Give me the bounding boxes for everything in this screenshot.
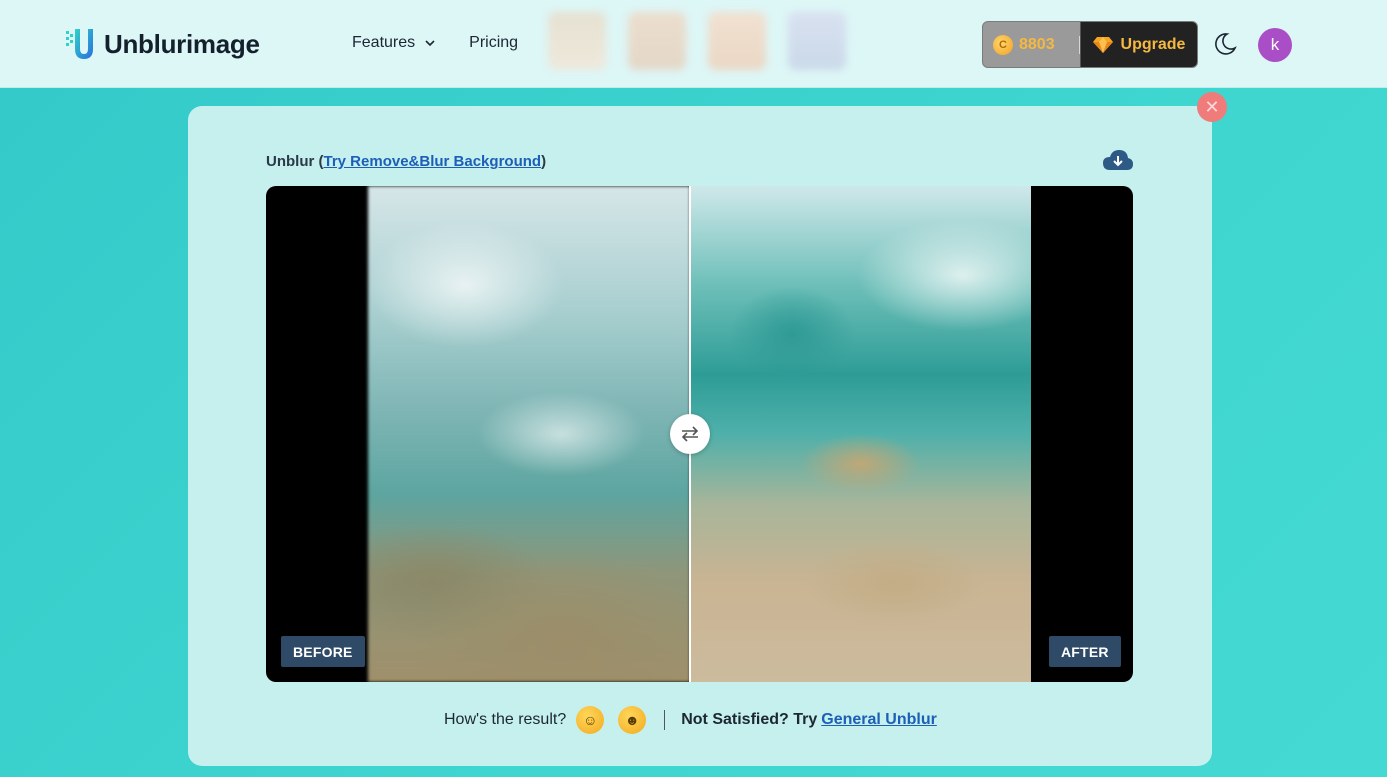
card-title: Unblur (Try Remove&Blur Background) [266,153,546,170]
credits-count: 8803 [1019,35,1055,53]
card-title-suffix: ) [541,153,547,170]
feedback-bar: How's the result? ☺ ☻ Not Satisfied? Try… [444,705,937,735]
chevron-down-icon [425,40,435,47]
before-after-viewer[interactable]: BEFORE AFTER [266,186,1133,682]
swap-handle[interactable] [670,414,710,454]
nav-pricing-label: Pricing [469,34,519,51]
after-image [690,186,1031,682]
blurred-thumbnails [548,12,868,70]
general-unblur-link[interactable]: General Unblur [821,711,937,729]
logo-icon [66,29,93,59]
not-satisfied-text: Not Satisfied? Try [681,711,818,728]
nav-features-label: Features [352,34,416,51]
grinning-face-icon[interactable]: ☺ [576,706,605,734]
logo-text: Unblurimage [104,28,260,59]
relieved-face-icon[interactable]: ☻ [618,706,647,734]
before-label: BEFORE [281,636,365,667]
thumbnail[interactable] [788,12,846,70]
before-image [368,186,690,682]
close-icon[interactable]: ✕ [1197,92,1227,122]
main-nav: Features Pricing [352,34,552,52]
credits-balance[interactable]: C 8803 [983,22,1079,67]
thumbnail[interactable] [708,12,766,70]
avatar[interactable]: k [1258,28,1292,62]
thumbnail[interactable] [548,12,606,70]
swap-icon [681,426,699,442]
remove-blur-background-link[interactable]: Try Remove&Blur Background [324,153,542,170]
coin-icon: C [993,34,1013,55]
nav-features[interactable]: Features [352,34,435,52]
thumbnail[interactable] [628,12,686,70]
logo[interactable]: Unblurimage [66,26,260,62]
feedback-separator [664,710,666,730]
card-title-prefix: Unblur ( [266,153,324,170]
gem-icon [1092,36,1113,53]
upgrade-label: Upgrade [1120,35,1186,53]
feedback-question: How's the result? [444,711,567,728]
after-label: AFTER [1049,636,1121,667]
cloud-download-icon[interactable] [1102,148,1134,174]
nav-pricing[interactable]: Pricing [469,34,518,52]
top-navbar: Unblurimage Features Pricing C 8803 Upgr… [0,0,1387,88]
upgrade-button[interactable]: Upgrade [1080,22,1197,67]
credits-upgrade-group: C 8803 Upgrade [982,21,1198,68]
result-card: Unblur (Try Remove&Blur Background) BEFO… [188,106,1212,766]
moon-icon[interactable] [1213,32,1237,56]
